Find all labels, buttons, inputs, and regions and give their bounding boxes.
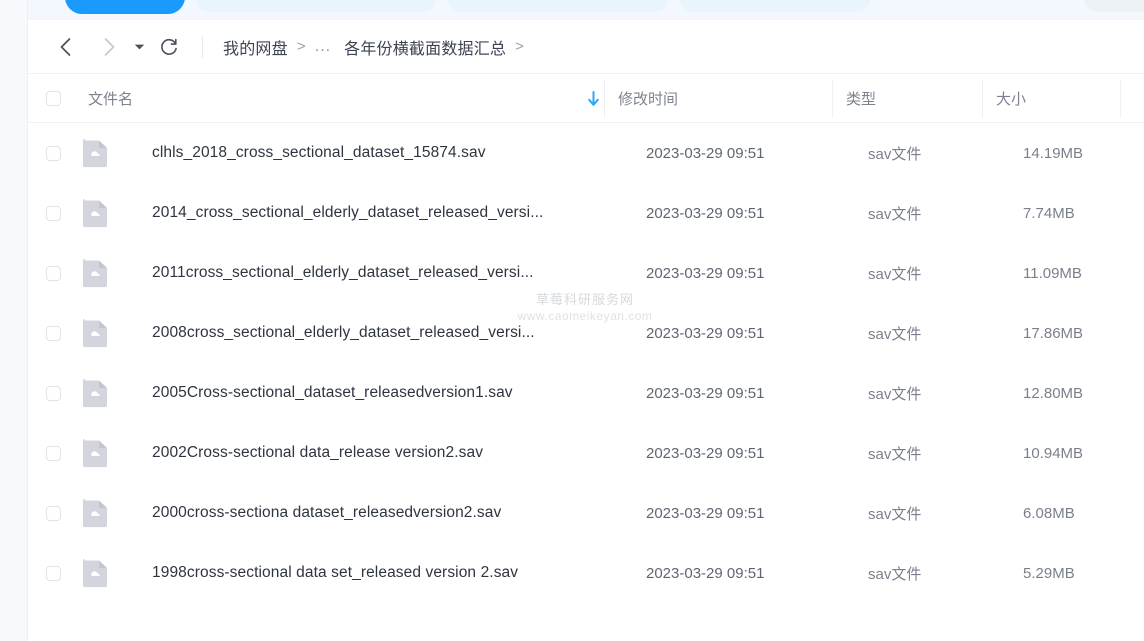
left-rail	[0, 0, 27, 641]
cloud-file-icon	[83, 498, 109, 528]
column-header-size[interactable]: 大小	[996, 88, 1026, 109]
file-type: sav文件	[868, 265, 922, 283]
table-row[interactable]: 2008cross_sectional_elderly_dataset_rele…	[28, 303, 1144, 363]
file-name[interactable]: clhls_2018_cross_sectional_dataset_15874…	[152, 144, 582, 162]
file-type: sav文件	[868, 565, 922, 583]
select-all-checkbox[interactable]	[46, 90, 61, 106]
column-header-type[interactable]: 类型	[846, 88, 876, 109]
table-row[interactable]: 2005Cross-sectional_dataset_releasedvers…	[28, 363, 1144, 423]
file-modified: 2023-03-29 09:51	[646, 444, 765, 462]
caret-down-icon	[134, 44, 144, 49]
file-size: 6.08MB	[1023, 504, 1075, 522]
file-type: sav文件	[868, 385, 922, 403]
file-name[interactable]: 2000cross-sectiona dataset_releasedversi…	[152, 504, 582, 522]
column-divider-1	[604, 80, 605, 118]
breadcrumb-separator-3: >	[515, 38, 525, 55]
table-row[interactable]: clhls_2018_cross_sectional_dataset_15874…	[28, 123, 1144, 183]
table-body: clhls_2018_cross_sectional_dataset_15874…	[28, 123, 1144, 603]
file-size: 5.29MB	[1023, 564, 1075, 582]
file-name[interactable]: 2008cross_sectional_elderly_dataset_rele…	[152, 324, 582, 342]
file-size: 12.80MB	[1023, 384, 1084, 402]
cloud-file-icon	[83, 198, 109, 228]
toolbar-item-2[interactable]	[448, 0, 668, 12]
column-divider-2	[832, 80, 833, 118]
table-header-row: 文件名 修改时间 类型 大小	[28, 73, 1144, 123]
toolbar-item-1[interactable]	[196, 0, 436, 12]
row-checkbox[interactable]	[46, 205, 61, 221]
cloud-file-icon	[83, 258, 109, 288]
chevron-right-icon	[104, 37, 114, 56]
row-checkbox[interactable]	[46, 325, 61, 341]
cloud-file-icon	[83, 138, 109, 168]
file-modified: 2023-03-29 09:51	[646, 264, 765, 282]
file-type: sav文件	[868, 505, 922, 523]
file-type: sav文件	[868, 145, 922, 163]
table-row[interactable]: 2011cross_sectional_elderly_dataset_rele…	[28, 243, 1144, 303]
file-list-table: 文件名 修改时间 类型 大小 clhls_2018_cross_sectiona…	[28, 73, 1144, 641]
column-header-modified[interactable]: 修改时间	[618, 88, 678, 109]
file-modified: 2023-03-29 09:51	[646, 324, 765, 342]
column-divider-3	[982, 80, 983, 118]
history-dropdown-button[interactable]	[128, 30, 150, 64]
nav-divider	[202, 35, 203, 58]
cloud-file-icon	[83, 438, 109, 468]
breadcrumb: 我的网盘 > ... > 各年份横截面数据汇总 >	[223, 35, 524, 59]
file-modified: 2023-03-29 09:51	[646, 564, 765, 582]
file-name[interactable]: 2002Cross-sectional data_release version…	[152, 444, 582, 462]
refresh-button[interactable]	[152, 30, 186, 64]
file-name[interactable]: 2014_cross_sectional_elderly_dataset_rel…	[152, 204, 582, 222]
breadcrumb-root[interactable]: 我的网盘	[223, 35, 288, 59]
file-size: 17.86MB	[1023, 324, 1084, 342]
row-checkbox[interactable]	[46, 265, 61, 281]
breadcrumb-ellipsis[interactable]: ...	[315, 38, 331, 56]
file-size: 10.94MB	[1023, 444, 1084, 462]
file-modified: 2023-03-29 09:51	[646, 144, 765, 162]
column-divider-4	[1120, 80, 1121, 118]
file-size: 14.19MB	[1023, 144, 1084, 162]
file-modified: 2023-03-29 09:51	[646, 504, 765, 522]
toolbar-item-4[interactable]	[1084, 0, 1144, 12]
table-row[interactable]: 2002Cross-sectional data_release version…	[28, 423, 1144, 483]
row-checkbox[interactable]	[46, 145, 61, 161]
cloud-file-icon	[83, 378, 109, 408]
file-name[interactable]: 2011cross_sectional_elderly_dataset_rele…	[152, 264, 582, 282]
cloud-file-icon	[83, 558, 109, 588]
toolbar-primary-button[interactable]	[65, 0, 185, 14]
file-modified: 2023-03-29 09:51	[646, 384, 765, 402]
file-type: sav文件	[868, 325, 922, 343]
arrow-down-icon[interactable]	[586, 91, 601, 107]
file-size: 11.09MB	[1023, 264, 1082, 282]
row-checkbox[interactable]	[46, 505, 61, 521]
refresh-icon	[161, 38, 177, 55]
forward-button[interactable]	[92, 30, 126, 64]
file-type: sav文件	[868, 205, 922, 223]
breadcrumb-current[interactable]: 各年份横截面数据汇总	[344, 35, 506, 59]
cloud-file-icon	[83, 318, 109, 348]
toolbar-item-3[interactable]	[680, 0, 870, 12]
row-checkbox[interactable]	[46, 565, 61, 581]
table-row[interactable]: 1998cross-sectional data set_released ve…	[28, 543, 1144, 603]
file-size: 7.74MB	[1023, 204, 1075, 222]
file-name[interactable]: 2005Cross-sectional_dataset_releasedvers…	[152, 384, 582, 402]
chevron-left-icon	[60, 37, 70, 56]
file-manager-window: 我的网盘 > ... > 各年份横截面数据汇总 > 文件名 修改时间 类型 大小…	[0, 0, 1144, 641]
navigation-bar: 我的网盘 > ... > 各年份横截面数据汇总 >	[28, 20, 1144, 73]
row-checkbox[interactable]	[46, 445, 61, 461]
back-button[interactable]	[48, 30, 82, 64]
file-name[interactable]: 1998cross-sectional data set_released ve…	[152, 564, 582, 582]
file-type: sav文件	[868, 445, 922, 463]
table-row[interactable]: 2014_cross_sectional_elderly_dataset_rel…	[28, 183, 1144, 243]
table-row[interactable]: 2000cross-sectiona dataset_releasedversi…	[28, 483, 1144, 543]
toolbar-strip	[28, 0, 1144, 18]
column-header-name[interactable]: 文件名	[88, 88, 133, 109]
row-checkbox[interactable]	[46, 385, 61, 401]
file-modified: 2023-03-29 09:51	[646, 204, 765, 222]
breadcrumb-separator-1: >	[296, 38, 306, 55]
